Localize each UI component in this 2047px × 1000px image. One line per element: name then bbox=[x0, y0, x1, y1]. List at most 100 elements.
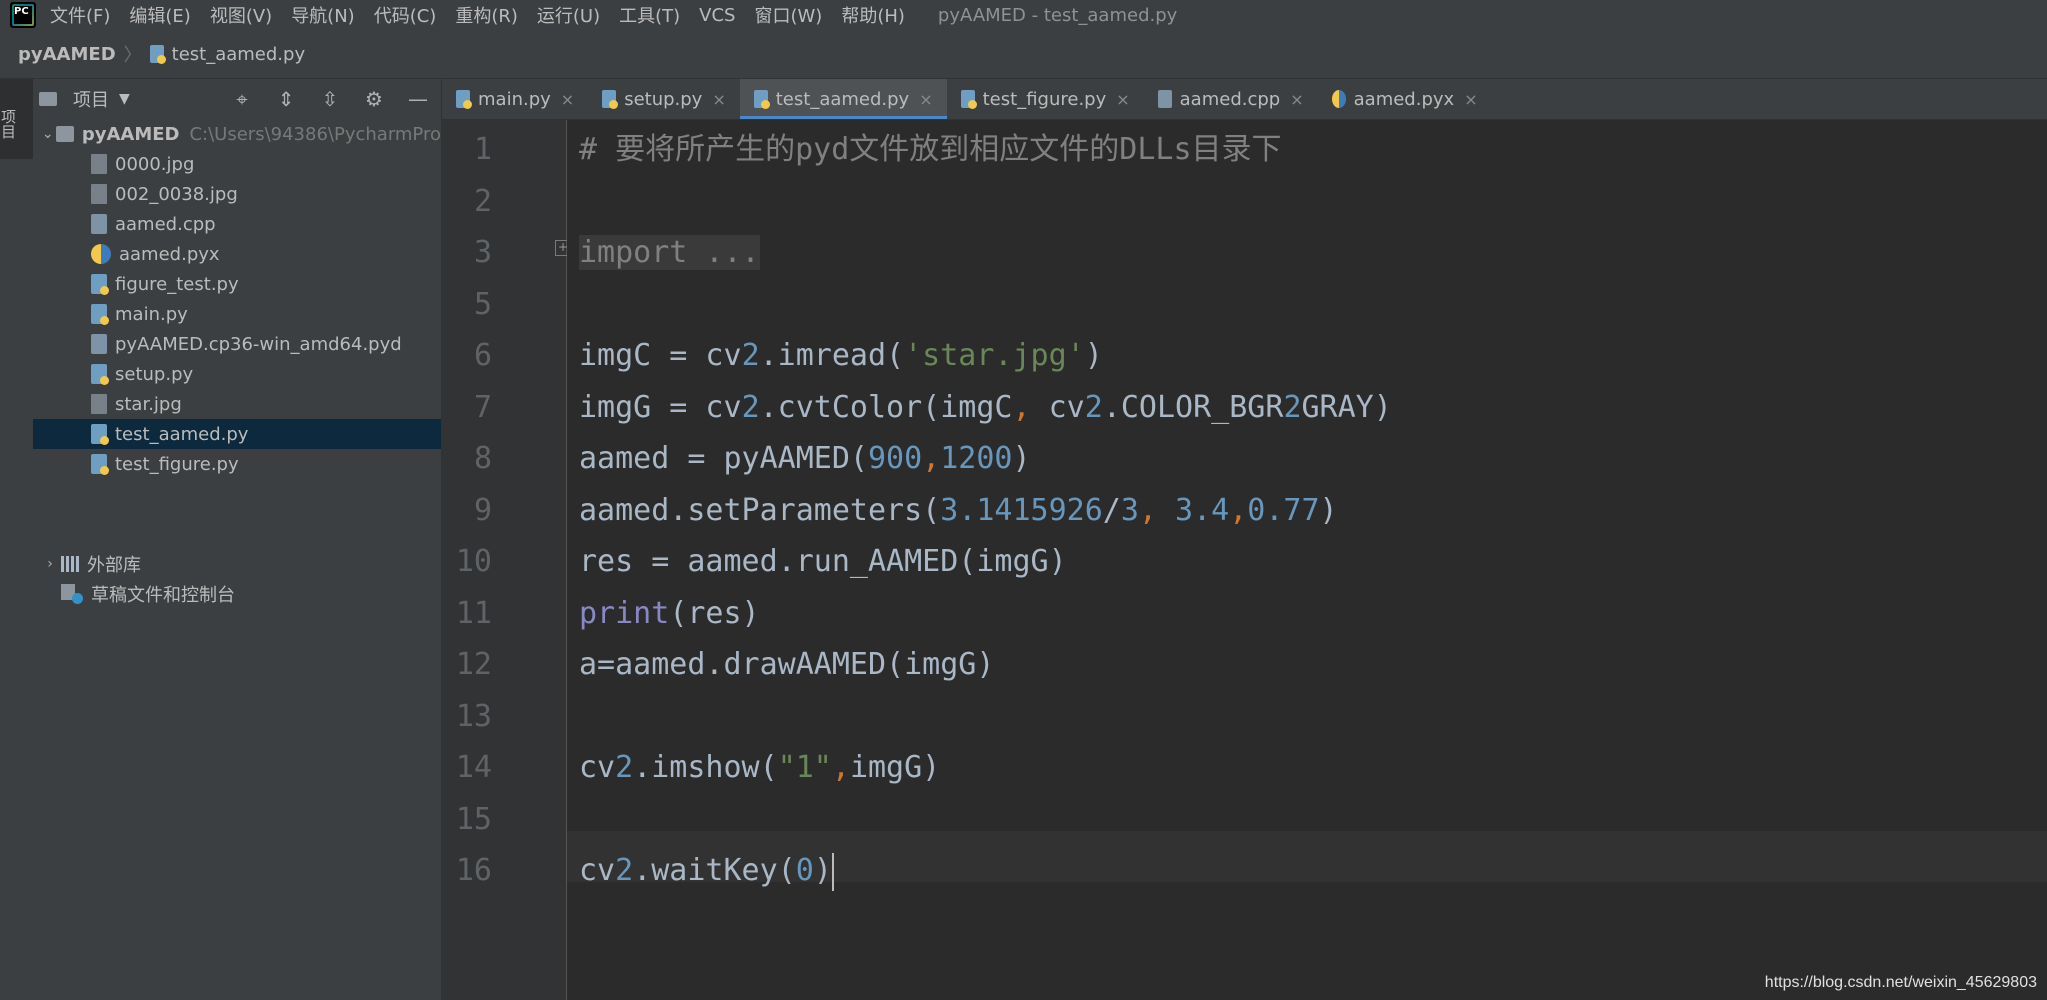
line-number: 11 bbox=[455, 595, 492, 631]
pyx-file-icon bbox=[1331, 90, 1346, 108]
menu-view[interactable]: 视图(V) bbox=[210, 2, 272, 28]
tree-file-item[interactable]: test_figure.py bbox=[33, 449, 441, 479]
tree-external-libraries[interactable]: › 外部库 bbox=[33, 549, 441, 579]
tree-file-item[interactable]: 0000.jpg bbox=[33, 149, 441, 179]
chevron-right-icon[interactable]: › bbox=[39, 556, 61, 572]
tree-file-label: 002_0038.jpg bbox=[115, 183, 238, 205]
py-file-icon bbox=[602, 90, 619, 109]
chevron-down-icon[interactable]: ▼ bbox=[119, 91, 130, 107]
hide-panel-icon[interactable]: — bbox=[407, 88, 429, 110]
code-line[interactable]: imgG = cv2.cvtColor(imgC, cv2.COLOR_BGR2… bbox=[579, 382, 1392, 433]
code-line[interactable]: import ... bbox=[579, 227, 760, 278]
project-tool-tab[interactable]: 项目 bbox=[0, 79, 33, 159]
tree-scratches[interactable]: 草稿文件和控制台 bbox=[33, 579, 441, 609]
code-line[interactable]: print(res) bbox=[579, 588, 760, 639]
breadcrumb-separator-icon: 〉 bbox=[123, 45, 142, 66]
menu-tools[interactable]: 工具(T) bbox=[619, 2, 680, 28]
project-view-icon bbox=[39, 92, 57, 106]
code-line[interactable]: cv2.imshow("1",imgG) bbox=[579, 742, 940, 793]
close-icon[interactable]: × bbox=[1464, 90, 1477, 109]
code-line[interactable]: cv2.waitKey(0) bbox=[579, 845, 834, 896]
line-number: 3 bbox=[473, 235, 492, 270]
project-panel: 项目 ▼ ⌖ ⇕ ⇳ ⚙ — ⌄ pyAAMED C:\Users\94386\… bbox=[33, 79, 442, 1000]
tree-file-label: 0000.jpg bbox=[115, 153, 195, 175]
editor-tabs: main.py × setup.py × test_aamed.py × test_figu… bbox=[442, 79, 2047, 120]
locate-target-icon[interactable]: ⌖ bbox=[231, 88, 253, 110]
tree-file-item[interactable]: pyAAMED.cp36-win_amd64.pyd bbox=[33, 329, 441, 359]
editor-tab[interactable]: test_figure.py × bbox=[947, 79, 1144, 119]
tree-file-label: test_figure.py bbox=[115, 453, 239, 475]
scratches-icon bbox=[61, 584, 83, 604]
cpp-file-icon bbox=[1157, 90, 1172, 108]
close-icon[interactable]: × bbox=[1116, 90, 1129, 109]
code-line[interactable]: aamed.setParameters(3.1415926/3, 3.4,0.7… bbox=[579, 485, 1338, 536]
code-editor[interactable]: # 要将所产生的pyd文件放到相应文件的DLLs目录下 import ... img… bbox=[567, 120, 2047, 1000]
gear-icon[interactable]: ⚙ bbox=[363, 88, 385, 110]
menu-edit[interactable]: 编辑(E) bbox=[129, 2, 190, 28]
line-number: 5 bbox=[473, 286, 492, 322]
jpg-file-icon bbox=[91, 184, 107, 204]
menu-help[interactable]: 帮助(H) bbox=[841, 2, 905, 28]
expand-all-icon[interactable]: ⇕ bbox=[275, 88, 297, 110]
tree-file-item[interactable]: setup.py bbox=[33, 359, 441, 389]
editor-tab-label: test_aamed.py bbox=[775, 88, 910, 110]
editor-tab-label: setup.py bbox=[624, 88, 703, 110]
tree-file-label: main.py bbox=[115, 303, 188, 325]
editor-tab[interactable]: test_aamed.py × bbox=[739, 79, 947, 119]
py-file-icon bbox=[91, 364, 109, 385]
menu-run[interactable]: 运行(U) bbox=[537, 2, 600, 28]
menu-refactor[interactable]: 重构(R) bbox=[455, 2, 518, 28]
tree-file-label: aamed.pyx bbox=[119, 243, 220, 265]
chevron-down-icon[interactable]: ⌄ bbox=[39, 126, 56, 142]
py-file-icon bbox=[753, 90, 770, 109]
code-line[interactable]: imgC = cv2.imread('star.jpg') bbox=[579, 330, 1103, 381]
editor-tab[interactable]: aamed.cpp × bbox=[1144, 79, 1318, 119]
menu-file[interactable]: 文件(F) bbox=[50, 2, 110, 28]
pyd-file-icon bbox=[91, 334, 107, 354]
folder-icon bbox=[56, 126, 74, 142]
menu-vcs[interactable]: VCS bbox=[699, 5, 735, 26]
tree-root-folder[interactable]: ⌄ pyAAMED C:\Users\94386\PycharmPro bbox=[33, 119, 441, 149]
tree-file-item[interactable]: aamed.pyx bbox=[33, 239, 441, 269]
collapse-all-icon[interactable]: ⇳ bbox=[319, 88, 341, 110]
py-file-icon bbox=[91, 454, 109, 475]
external-libraries-label: 外部库 bbox=[87, 555, 141, 576]
tree-file-label: star.jpg bbox=[115, 393, 182, 415]
line-number: 14 bbox=[455, 750, 492, 785]
close-icon[interactable]: × bbox=[919, 90, 932, 109]
code-line[interactable]: aamed = pyAAMED(900,1200) bbox=[579, 433, 1031, 484]
editor-tab-label: aamed.pyx bbox=[1353, 88, 1455, 110]
pyx-file-icon bbox=[91, 244, 111, 264]
close-icon[interactable]: × bbox=[712, 90, 725, 109]
tree-file-item[interactable]: star.jpg bbox=[33, 389, 441, 419]
close-icon[interactable]: × bbox=[561, 90, 574, 109]
breadcrumb-file[interactable]: test_aamed.py bbox=[172, 44, 305, 65]
menu-window[interactable]: 窗口(W) bbox=[754, 2, 822, 28]
code-line[interactable]: a=aamed.drawAAMED(imgG) bbox=[579, 639, 994, 690]
pycharm-logo-icon[interactable]: PC bbox=[10, 2, 36, 28]
tree-file-label: aamed.cpp bbox=[115, 213, 216, 235]
tree-file-label: test_aamed.py bbox=[115, 423, 249, 445]
tree-file-item[interactable]: figure_test.py bbox=[33, 269, 441, 299]
menu-code[interactable]: 代码(C) bbox=[374, 2, 437, 28]
editor-tab[interactable]: aamed.pyx × bbox=[1318, 79, 1492, 119]
line-number: 9 bbox=[473, 492, 492, 528]
tree-file-item[interactable]: aamed.cpp bbox=[33, 209, 441, 239]
tree-file-item[interactable]: 002_0038.jpg bbox=[33, 179, 441, 209]
breadcrumb-project[interactable]: pyAAMED bbox=[18, 44, 116, 65]
menu-navigate[interactable]: 导航(N) bbox=[291, 2, 355, 28]
project-panel-title[interactable]: 项目 bbox=[73, 86, 109, 112]
tree-file-label: setup.py bbox=[115, 363, 194, 385]
code-line[interactable]: res = aamed.run_AAMED(imgG) bbox=[579, 536, 1067, 587]
tree-file-item[interactable]: test_aamed.py bbox=[33, 419, 441, 449]
jpg-file-icon bbox=[91, 394, 107, 414]
tree-file-item[interactable]: main.py bbox=[33, 299, 441, 329]
root-folder-path: C:\Users\94386\PycharmPro bbox=[189, 123, 441, 145]
py-file-icon bbox=[456, 90, 472, 109]
code-line[interactable]: # 要将所产生的pyd文件放到相应文件的DLLs目录下 bbox=[579, 124, 1282, 175]
editor-tab[interactable]: main.py × bbox=[442, 79, 588, 119]
py-file-icon bbox=[91, 424, 109, 445]
close-icon[interactable]: × bbox=[1290, 90, 1303, 109]
editor-tab[interactable]: setup.py × bbox=[588, 79, 740, 119]
editor-gutter: 1 2 3 5 6 7 8 9 10 11 12 13 14 15 16 bbox=[442, 120, 567, 1000]
